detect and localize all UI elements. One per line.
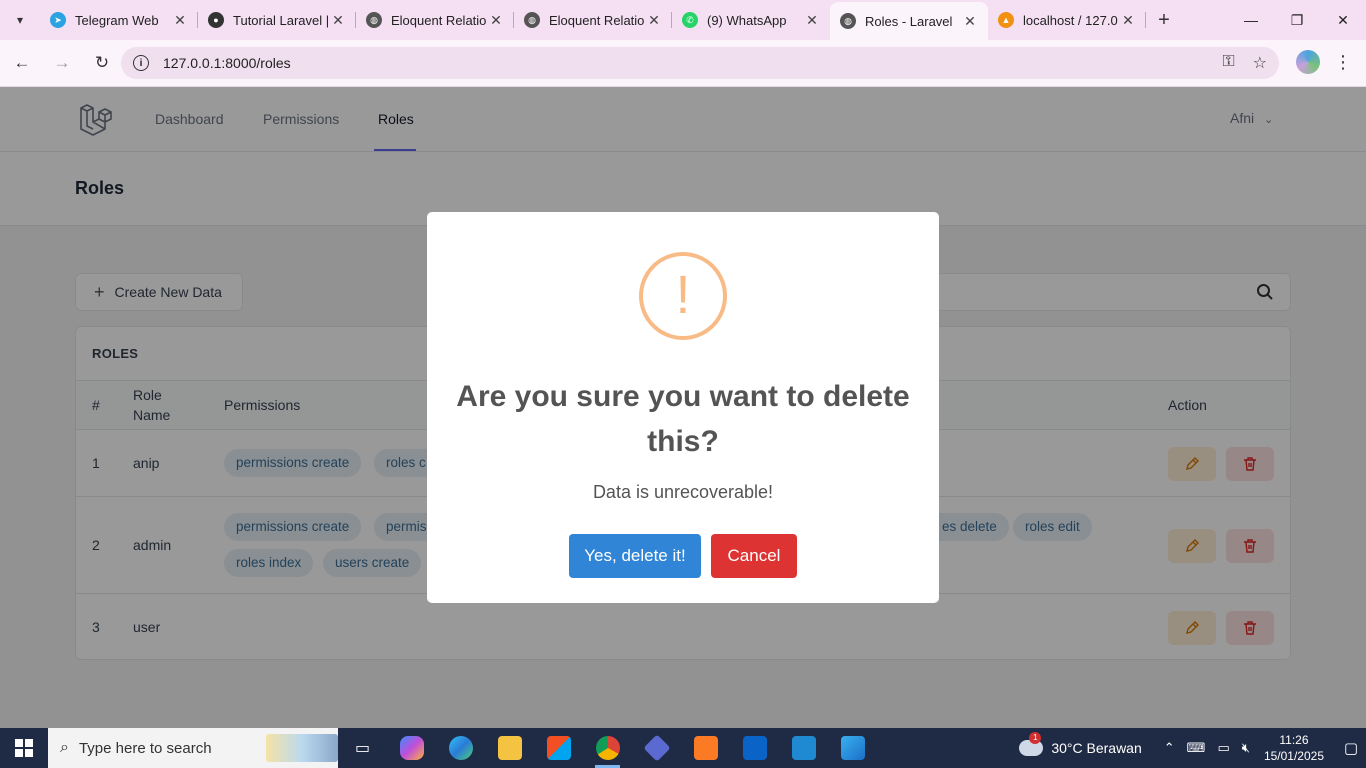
clock[interactable]: 11:26 15/01/2025 — [1264, 732, 1324, 764]
site-info-icon[interactable]: i — [133, 55, 149, 71]
search-placeholder: Type here to search — [78, 739, 212, 757]
browser-tab[interactable]: ◍ Eloquent Relatio ✕ — [356, 0, 514, 40]
bookmark-star-icon[interactable]: ☆ — [1253, 53, 1267, 73]
chevron-up-icon[interactable]: ⌃ — [1164, 740, 1175, 756]
menu-kebab-icon[interactable]: ⋮ — [1334, 52, 1352, 73]
clock-time: 11:26 — [1279, 733, 1309, 747]
git-icon[interactable] — [632, 728, 681, 768]
url-text: 127.0.0.1:8000/roles — [163, 55, 291, 71]
copilot-icon[interactable] — [387, 728, 436, 768]
globe-icon: ◍ — [524, 12, 540, 28]
github-icon: ● — [208, 12, 224, 28]
system-tray: 1 30°C Berawan ⌃ ⌨ ▭ 🔇︎ 11:26 15/01/2025… — [1019, 728, 1366, 768]
phpmyadmin-icon: ▲ — [998, 12, 1014, 28]
back-icon[interactable]: ← — [4, 45, 40, 81]
dialog-text: Data is unrecoverable! — [592, 482, 774, 502]
browser-tab[interactable]: ● Tutorial Laravel | ✕ — [198, 0, 356, 40]
tab-title: Tutorial Laravel | — [233, 12, 330, 28]
weather-badge: 1 — [1029, 732, 1042, 744]
tab-title: Eloquent Relatio — [391, 12, 487, 28]
browser-tab-active[interactable]: ◍ Roles - Laravel ✕ — [830, 2, 988, 40]
start-button[interactable] — [0, 728, 48, 768]
cancel-button[interactable]: Cancel — [711, 534, 797, 578]
windows-logo-icon — [15, 739, 33, 757]
close-tab-icon[interactable]: ✕ — [172, 12, 188, 29]
new-tab-button[interactable]: + — [1146, 9, 1182, 32]
globe-icon: ◍ — [366, 12, 382, 28]
forward-icon[interactable]: → — [44, 45, 80, 81]
address-bar: ← → ↻ i 127.0.0.1:8000/roles ⚿ ☆ ⋮ — [0, 40, 1366, 87]
minimize-icon[interactable]: — — [1228, 0, 1274, 40]
tab-search-button[interactable]: ▾ — [0, 0, 40, 40]
microsoft-store-icon[interactable] — [534, 728, 583, 768]
tab-title: Eloquent Relatio — [549, 12, 645, 28]
close-tab-icon[interactable]: ✕ — [488, 12, 504, 29]
warning-icon: ! — [639, 252, 727, 340]
vscode-icon[interactable] — [779, 728, 828, 768]
tab-title: localhost / 127.0 — [1023, 12, 1118, 28]
chrome-icon[interactable] — [583, 728, 632, 768]
file-explorer-icon[interactable] — [485, 728, 534, 768]
task-view-icon[interactable]: ▭ — [338, 728, 387, 768]
tab-title: (9) WhatsApp — [707, 12, 787, 28]
close-tab-icon[interactable]: ✕ — [1120, 12, 1136, 29]
weather-widget[interactable]: 1 30°C Berawan — [1019, 732, 1142, 756]
dialog-title: Are you sure you want to delete this? — [456, 380, 910, 458]
close-tab-icon[interactable]: ✕ — [330, 12, 346, 29]
whatsapp-icon: ✆ — [682, 12, 698, 28]
clock-date: 15/01/2025 — [1263, 749, 1324, 763]
outlook-icon[interactable] — [730, 728, 779, 768]
browser-tab[interactable]: ➤ Telegram Web ✕ — [40, 0, 198, 40]
reload-icon[interactable]: ↻ — [84, 45, 120, 81]
battery-icon[interactable]: ▭ — [1217, 740, 1229, 756]
paint-icon[interactable] — [828, 728, 877, 768]
restore-icon[interactable]: ❐ — [1274, 0, 1320, 40]
windows-taskbar: ⌕ Type here to search ▭ 1 30°C Berawan ⌃… — [0, 728, 1366, 768]
cloud-icon: 1 — [1019, 732, 1044, 756]
globe-icon: ◍ — [840, 13, 856, 29]
telegram-icon: ➤ — [50, 12, 66, 28]
delete-confirm-dialog: ! Are you sure you want to delete this? … — [427, 212, 939, 603]
tab-title: Telegram Web — [75, 12, 159, 28]
tab-title: Roles - Laravel — [865, 13, 953, 29]
notification-icon[interactable]: ▢ — [1336, 739, 1366, 757]
xampp-icon[interactable] — [681, 728, 730, 768]
browser-tab[interactable]: ▲ localhost / 127.0 ✕ — [988, 0, 1146, 40]
volume-muted-icon[interactable]: 🔇︎ — [1242, 740, 1250, 756]
search-icon: ⌕ — [60, 739, 69, 756]
profile-avatar[interactable] — [1296, 50, 1320, 74]
taskbar-search-input[interactable]: ⌕ Type here to search — [48, 728, 338, 768]
close-tab-icon[interactable]: ✕ — [646, 12, 662, 29]
browser-tab[interactable]: ✆ (9) WhatsApp ✕ — [672, 0, 830, 40]
browser-tab[interactable]: ◍ Eloquent Relatio ✕ — [514, 0, 672, 40]
close-tab-icon[interactable]: ✕ — [804, 12, 820, 29]
password-key-icon[interactable]: ⚿ — [1222, 53, 1234, 73]
search-highlight-image — [266, 734, 338, 762]
url-input[interactable]: i 127.0.0.1:8000/roles ⚿ ☆ — [121, 47, 1279, 79]
language-icon[interactable]: ⌨ — [1187, 740, 1206, 756]
weather-text: 30°C Berawan — [1051, 740, 1142, 756]
confirm-delete-button[interactable]: Yes, delete it! — [569, 534, 701, 578]
edge-icon[interactable] — [436, 728, 485, 768]
close-tab-icon[interactable]: ✕ — [962, 13, 978, 30]
close-window-icon[interactable]: ✕ — [1320, 0, 1366, 40]
browser-tab-strip: ▾ ➤ Telegram Web ✕ ● Tutorial Laravel | … — [0, 0, 1366, 40]
